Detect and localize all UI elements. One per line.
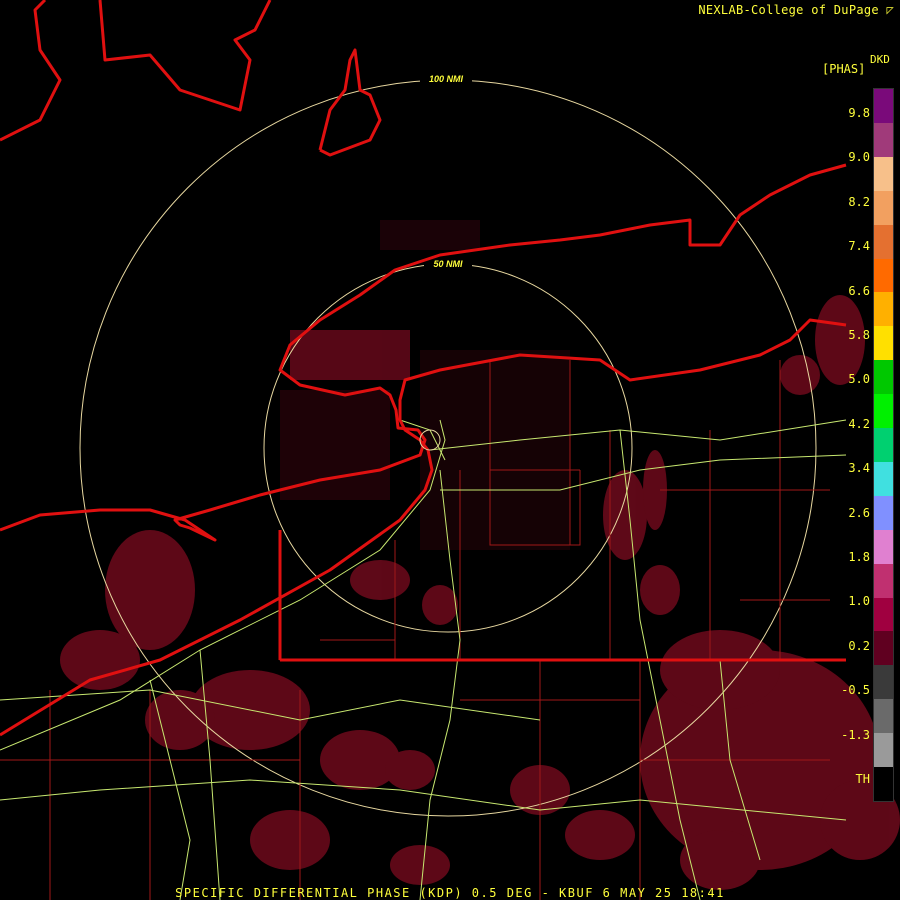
color-scale-tick-label: 9.8 — [848, 106, 870, 120]
color-scale-tick-label: -1.3 — [841, 727, 870, 742]
color-scale-segment — [874, 495, 893, 530]
legend-unit: [PHAS] — [822, 62, 866, 76]
color-scale-segment — [874, 665, 893, 700]
radar-map: 100 NMI 50 NMI — [0, 0, 900, 900]
color-scale-tick-label: 8.2 — [848, 194, 870, 209]
color-scale-segment — [874, 394, 893, 429]
color-scale-segment — [874, 326, 893, 361]
ring-label-100: 100 NMI — [429, 74, 464, 84]
color-scale-segment — [874, 89, 893, 123]
color-scale-segment — [874, 156, 893, 191]
color-scale-segment — [874, 597, 893, 632]
color-scale-tick-label: TH — [855, 772, 870, 786]
color-scale-tick-label: 4.2 — [848, 416, 870, 431]
color-scale-tick-label: 1.0 — [848, 594, 870, 609]
color-scale-segment — [874, 190, 893, 225]
product-description: SPECIFIC DIFFERENTIAL PHASE (KDP) 0.5 DE… — [175, 886, 725, 900]
color-scale-tick-label: 5.8 — [848, 328, 870, 342]
color-scale-bar — [873, 88, 894, 802]
color-scale-segment — [874, 224, 893, 259]
legend-product-code: DKD — [870, 53, 890, 66]
color-scale-tick-label: 7.4 — [848, 239, 870, 254]
color-scale-tick-label: 1.8 — [848, 550, 870, 564]
color-scale-tick-label: 9.0 — [848, 150, 870, 165]
credit-label: NEXLAB-College of DuPage ◸ — [698, 3, 894, 17]
color-scale-tick-label: 5.0 — [848, 372, 870, 387]
color-scale-segment — [874, 360, 893, 395]
color-scale-segment — [874, 292, 893, 327]
color-scale-tick-label: 6.6 — [848, 283, 870, 298]
nexlab-logo-icon: ◸ — [886, 3, 894, 17]
color-scale-tick-label: 3.4 — [848, 461, 870, 476]
color-scale-segment — [874, 767, 893, 802]
color-scale-segment — [874, 122, 893, 157]
color-scale-segment — [874, 699, 893, 734]
color-scale-segment — [874, 529, 893, 564]
color-scale-tick-label: 2.6 — [848, 505, 870, 520]
color-scale-segment — [874, 258, 893, 293]
color-scale-segment — [874, 631, 893, 666]
color-scale-segment — [874, 461, 893, 496]
ring-label-50: 50 NMI — [433, 259, 463, 269]
color-scale-segment — [874, 428, 893, 463]
color-scale-tick-label: 0.2 — [848, 638, 870, 653]
color-scale-segment — [874, 563, 893, 598]
color-scale-tick-label: -0.5 — [841, 683, 870, 698]
color-scale-segment — [874, 733, 893, 768]
